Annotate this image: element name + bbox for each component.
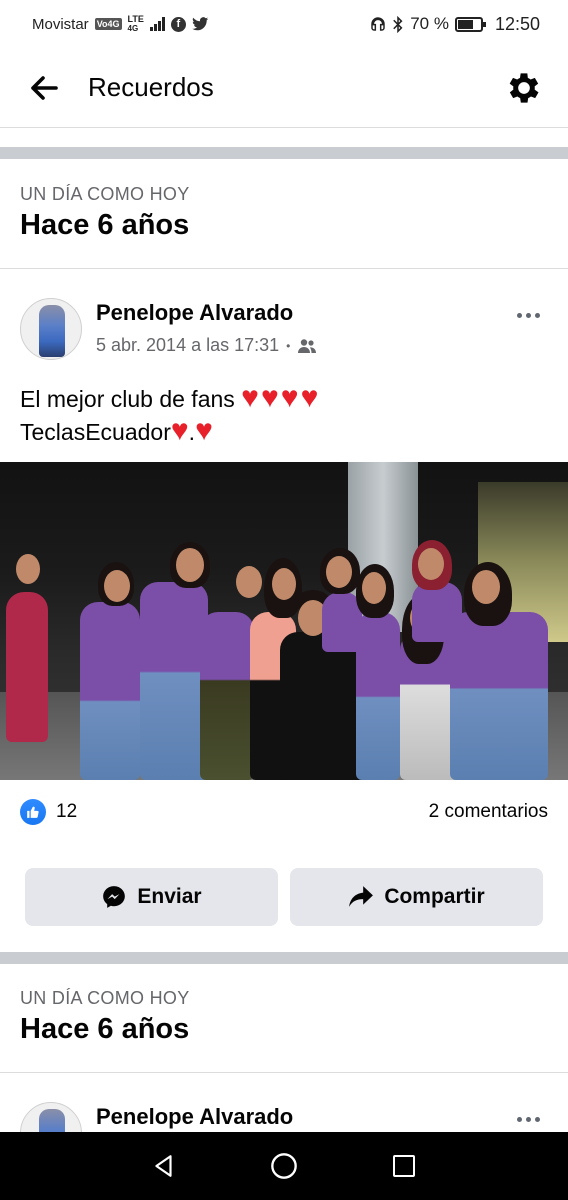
- send-label: Enviar: [137, 885, 202, 908]
- hearts-emoji: ♥♥♥♥: [241, 381, 321, 414]
- divider: [0, 268, 568, 269]
- heart-emoji: ♥: [170, 414, 189, 447]
- post-author[interactable]: Penelope Alvarado: [96, 300, 508, 326]
- friends-icon: [298, 338, 317, 353]
- settings-button[interactable]: [500, 64, 548, 112]
- post-text: El mejor club de fans ♥♥♥♥ TeclasEcuador…: [20, 382, 550, 448]
- meta-separator: •: [286, 338, 291, 353]
- memory-kicker: UN DÍA COMO HOY: [20, 184, 190, 204]
- messenger-icon: [103, 886, 126, 908]
- post-actions: Enviar Compartir: [0, 868, 568, 926]
- like-icon: [20, 799, 46, 825]
- more-options-button[interactable]: [508, 1104, 548, 1132]
- more-dot: [525, 312, 531, 318]
- avatar[interactable]: [20, 298, 82, 360]
- more-dot: [525, 1116, 531, 1122]
- memory-header: UN DÍA COMO HOY Hace 6 años: [0, 988, 568, 1046]
- share-button[interactable]: Compartir: [290, 868, 543, 926]
- back-button[interactable]: [20, 64, 68, 112]
- post-date[interactable]: 5 abr. 2014 a las 17:31: [96, 335, 279, 356]
- memory-title: Hace 6 años: [20, 209, 190, 241]
- share-arrow-icon: [349, 886, 374, 907]
- facebook-icon: f: [170, 16, 186, 32]
- battery-percent: 70 %: [410, 14, 449, 33]
- bluetooth-icon: [393, 15, 403, 33]
- comments-count[interactable]: 2 comentarios: [429, 801, 548, 823]
- page-title: Recuerdos: [88, 72, 214, 102]
- more-dot: [516, 312, 522, 318]
- memory-kicker: UN DÍA COMO HOY: [20, 988, 190, 1008]
- memory-title: Hace 6 años: [20, 1013, 190, 1045]
- send-button[interactable]: Enviar: [25, 868, 278, 926]
- more-dot: [516, 1116, 522, 1122]
- post-author[interactable]: Penelope Alvarado: [96, 1104, 508, 1130]
- like-count: 12: [56, 801, 78, 822]
- nav-home-icon: [271, 1153, 297, 1179]
- post-photo[interactable]: [0, 462, 568, 780]
- clock: 12:50: [494, 13, 540, 34]
- twitter-icon: [191, 17, 209, 31]
- divider: [0, 1072, 568, 1073]
- more-options-button[interactable]: [508, 300, 548, 330]
- volte-badge: Vo4G: [94, 18, 122, 30]
- nav-recents-icon: [393, 1155, 415, 1177]
- network-generation: 4G: [127, 24, 139, 33]
- nav-home-button[interactable]: [224, 1132, 344, 1200]
- post-text-line1: El mejor club de fans: [20, 386, 235, 412]
- post-header: Penelope Alvarado: [0, 1102, 568, 1132]
- battery-fill: [457, 19, 473, 29]
- heart-emoji: ♥: [195, 414, 213, 447]
- nav-back-button[interactable]: [104, 1132, 224, 1200]
- carrier-label: Movistar: [32, 15, 89, 33]
- status-bar: Movistar Vo4G LTE 4G f 70 % 12:50: [0, 0, 568, 48]
- back-arrow-icon: [31, 75, 58, 100]
- nav-back-icon: [155, 1155, 172, 1177]
- more-dot: [534, 1116, 540, 1122]
- section-divider: [0, 147, 568, 159]
- app-bar: Recuerdos: [0, 48, 568, 128]
- nav-recents-button[interactable]: [344, 1132, 464, 1200]
- headset-icon: [371, 17, 385, 31]
- avatar[interactable]: [20, 1102, 82, 1132]
- section-divider: [0, 952, 568, 964]
- reactions-bar: 12 2 comentarios: [0, 795, 568, 829]
- gear-icon: [509, 72, 539, 103]
- likes-summary[interactable]: 12: [20, 799, 77, 825]
- battery-icon: [454, 16, 486, 32]
- post-header: Penelope Alvarado 5 abr. 2014 a las 17:3…: [0, 298, 568, 368]
- system-nav-bar: [0, 1132, 568, 1200]
- more-dot: [534, 312, 540, 318]
- share-label: Compartir: [384, 885, 485, 908]
- network-type: LTE 4G: [127, 14, 144, 34]
- lte-label: LTE: [127, 14, 144, 24]
- post-text-line2: TeclasEcuador: [20, 419, 171, 445]
- memory-header: UN DÍA COMO HOY Hace 6 años: [0, 184, 568, 242]
- signal-icon: [149, 17, 165, 31]
